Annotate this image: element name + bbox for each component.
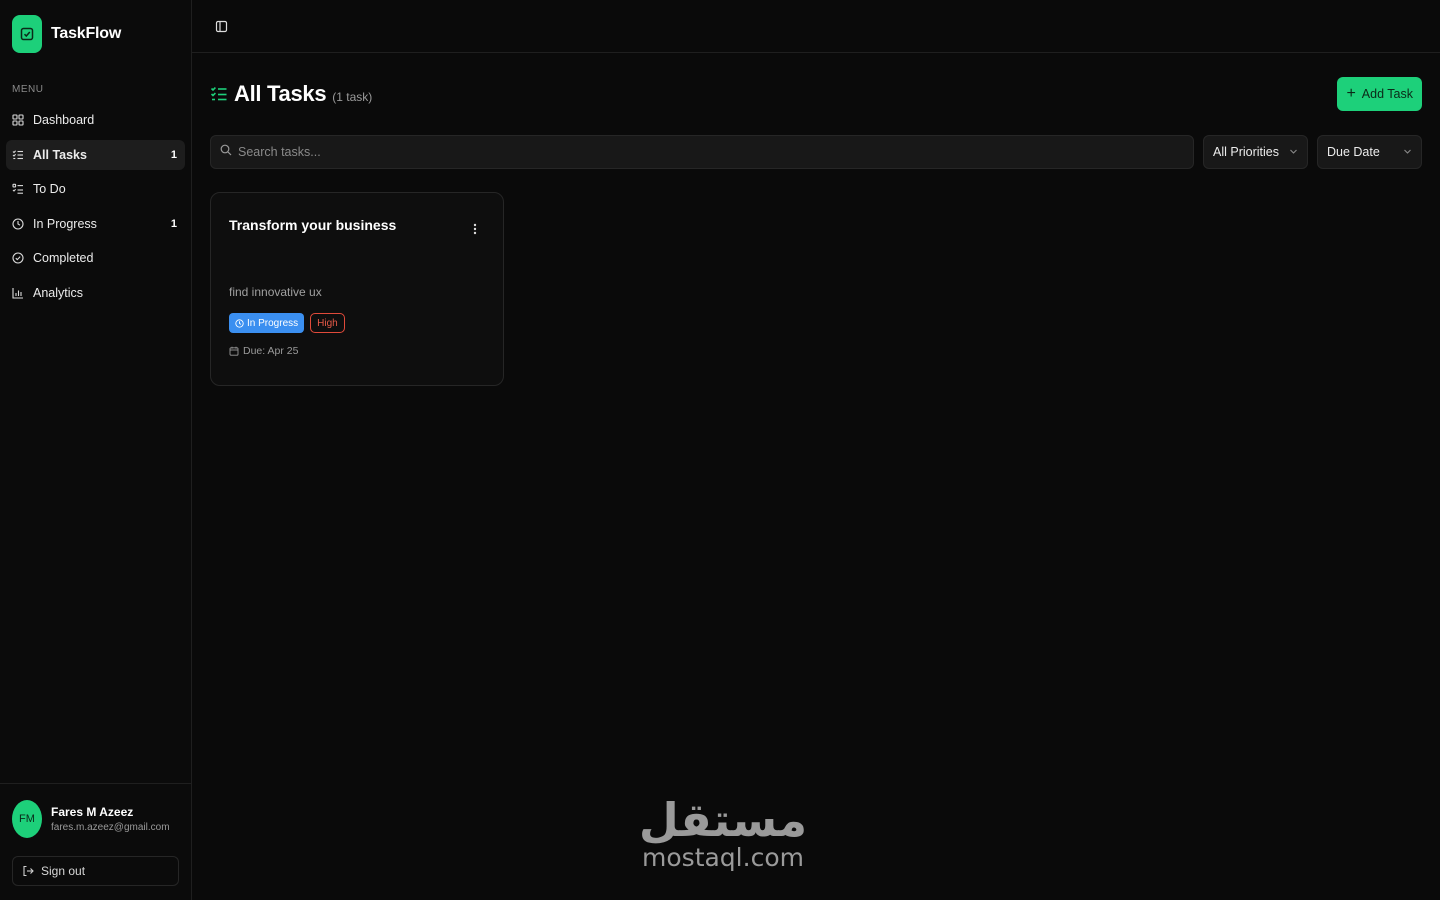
clock-icon	[235, 318, 244, 328]
list-check-icon	[210, 85, 228, 103]
log-out-icon	[21, 864, 35, 878]
top-bar	[192, 0, 1440, 53]
sort-select[interactable]: Due Date	[1317, 135, 1422, 169]
page-title: All Tasks	[234, 81, 327, 106]
task-due-date: Due: Apr 25	[229, 345, 485, 357]
clock-icon	[11, 217, 25, 231]
sidebar-item-all-tasks[interactable]: All Tasks 1	[6, 139, 185, 170]
sidebar-item-count: 1	[170, 148, 177, 161]
search-icon	[220, 143, 232, 161]
add-task-button[interactable]: + Add Task	[1337, 77, 1422, 111]
task-list: Transform your business find innovative …	[192, 169, 1440, 386]
sidebar-item-dashboard[interactable]: Dashboard	[6, 105, 185, 135]
user-section: FM Fares M Azeez fares.m.azeez@gmail.com…	[0, 783, 191, 900]
sidebar-item-count: 1	[170, 217, 177, 230]
app-name: TaskFlow	[51, 25, 122, 42]
user-info: Fares M Azeez fares.m.azeez@gmail.com	[51, 805, 170, 833]
watermark-arabic: مستقل	[638, 793, 808, 847]
dashboard-icon	[11, 113, 25, 127]
chevron-down-icon	[1289, 145, 1298, 159]
add-task-label: Add Task	[1361, 87, 1413, 101]
sidebar-toggle-icon[interactable]	[212, 17, 230, 35]
sign-out-button[interactable]: Sign out	[12, 856, 179, 886]
priority-filter-value: All Priorities	[1213, 145, 1279, 159]
plus-icon: +	[1346, 85, 1356, 102]
sidebar-item-label: All Tasks	[33, 147, 87, 162]
sidebar-item-to-do[interactable]: To Do	[6, 174, 185, 204]
list-check-icon	[11, 148, 25, 162]
brand[interactable]: TaskFlow	[0, 0, 191, 68]
list-todo-icon	[11, 182, 25, 196]
task-description: find innovative ux	[229, 285, 322, 299]
sidebar-item-label: Completed	[33, 251, 94, 265]
taskflow-logo-icon	[12, 15, 42, 53]
task-title: Transform your business	[229, 217, 397, 233]
user-profile[interactable]: FM Fares M Azeez fares.m.azeez@gmail.com	[12, 800, 179, 838]
priority-badge: High	[310, 313, 345, 333]
user-name: Fares M Azeez	[51, 805, 134, 819]
watermark-logo: مستقل mostaql.com	[633, 795, 813, 871]
due-date-label: Due: Apr 25	[243, 345, 299, 357]
sidebar-nav: Dashboard All Tasks 1 To Do In Progress …	[0, 105, 191, 308]
page-header: All Tasks (1 task) + Add Task	[192, 53, 1440, 111]
sidebar-item-analytics[interactable]: Analytics	[6, 278, 185, 308]
task-count: (1 task)	[332, 90, 373, 104]
sidebar-item-completed[interactable]: Completed	[6, 243, 185, 273]
sidebar-item-label: Dashboard	[33, 113, 95, 127]
status-badge-label: In Progress	[247, 317, 299, 329]
sidebar-item-in-progress[interactable]: In Progress 1	[6, 209, 185, 239]
watermark-latin: mostaql.com	[642, 843, 804, 872]
status-badge: In Progress	[229, 313, 305, 333]
search-box	[210, 135, 1194, 169]
bar-chart-icon	[11, 286, 25, 300]
sidebar-item-label: In Progress	[33, 216, 97, 231]
title-group: All Tasks (1 task)	[210, 81, 372, 107]
sidebar-item-label: Analytics	[33, 285, 84, 300]
main-content: All Tasks (1 task) + Add Task All Priori…	[192, 0, 1440, 900]
avatar: FM	[12, 800, 42, 838]
task-card[interactable]: Transform your business find innovative …	[210, 192, 504, 386]
calendar-icon	[229, 346, 239, 356]
sidebar-item-label: To Do	[33, 182, 66, 196]
sign-out-label: Sign out	[41, 864, 86, 878]
search-input[interactable]	[238, 145, 1193, 159]
chevron-down-icon	[1403, 145, 1412, 159]
more-vertical-icon[interactable]	[467, 221, 483, 237]
app-root: TaskFlow MENU Dashboard All Tasks 1 To D…	[0, 0, 1440, 900]
filter-bar: All Priorities Due Date	[192, 111, 1440, 169]
menu-label: MENU	[12, 84, 44, 95]
priority-filter-select[interactable]: All Priorities	[1203, 135, 1308, 169]
sort-value: Due Date	[1327, 145, 1380, 159]
sidebar: TaskFlow MENU Dashboard All Tasks 1 To D…	[0, 0, 192, 900]
task-badges: In Progress High	[229, 313, 485, 333]
check-circle-icon	[11, 251, 25, 265]
user-email: fares.m.azeez@gmail.com	[51, 822, 170, 833]
